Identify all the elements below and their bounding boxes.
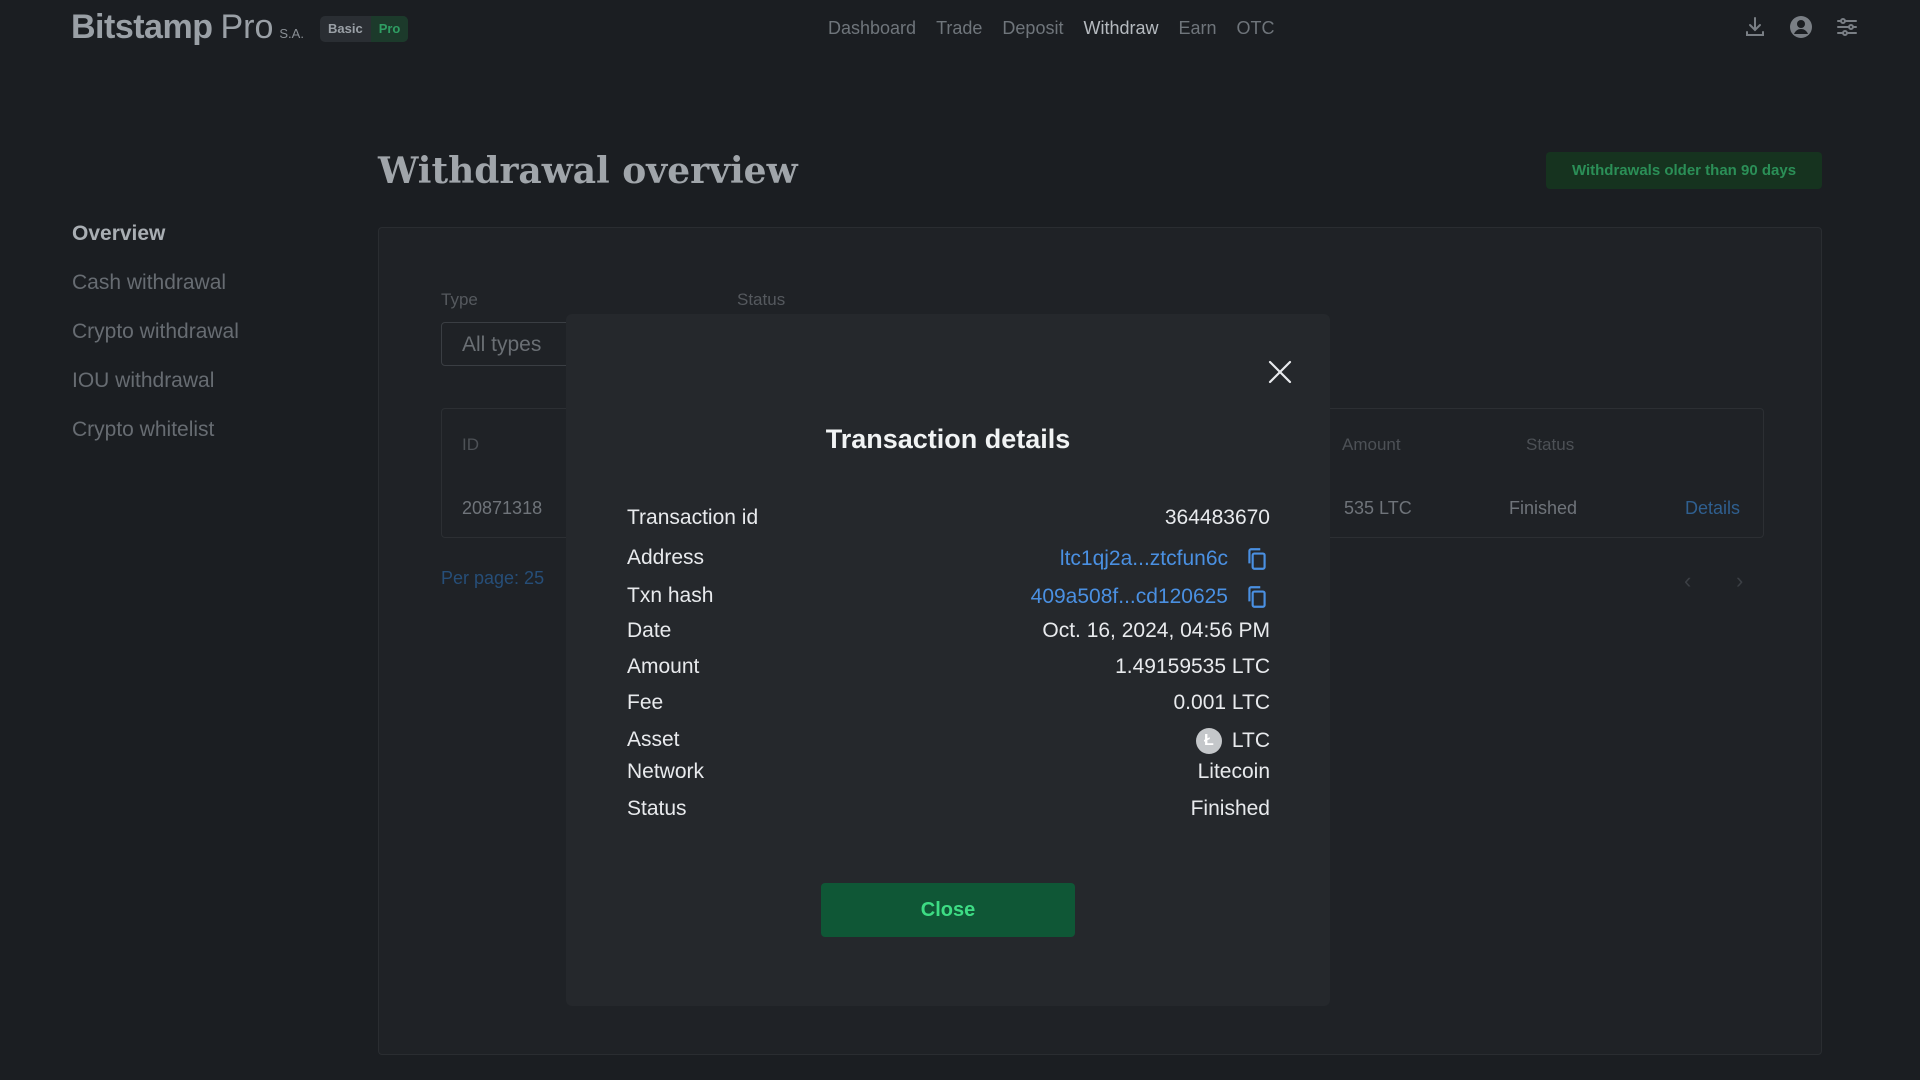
detail-value: Oct. 16, 2024, 04:56 PM [1042,619,1270,643]
column-header-amount: Amount [1342,435,1401,454]
detail-label: Date [627,619,672,642]
download-icon[interactable] [1742,14,1768,40]
nav-withdraw[interactable]: Withdraw [1083,18,1158,39]
detail-value: Litecoin [1198,760,1270,784]
copy-icon[interactable] [1244,584,1270,610]
detail-value: Ł LTC [1195,728,1270,754]
fee-value: 0.001 LTC [1173,691,1271,714]
asset-value: LTC [1231,729,1270,752]
detail-row-txn-hash: Txn hash 409a508f...cd120625 [627,584,1270,616]
main-nav: Dashboard Trade Deposit Withdraw Earn OT… [828,18,1275,39]
detail-row-status: Status Finished [627,797,1270,829]
row-details-link[interactable]: Details [1685,498,1740,519]
row-id: 20871318 [462,498,543,518]
network-value: Litecoin [1197,760,1270,783]
detail-row-address: Address ltc1qj2a...ztcfun6c [627,546,1270,578]
page: Bitstamp Pro S.A. Basic Pro Dashboard Tr… [0,0,1920,1080]
nav-dashboard[interactable]: Dashboard [828,18,916,39]
sidebar-item-cash-withdrawal[interactable]: Cash withdrawal [72,269,239,318]
nav-deposit[interactable]: Deposit [1002,18,1063,39]
sidebar-item-crypto-whitelist[interactable]: Crypto whitelist [72,416,239,465]
detail-row-fee: Fee 0.001 LTC [627,691,1270,723]
account-icon[interactable] [1788,14,1814,40]
row-status: Finished [1509,498,1578,518]
modal-title: Transaction details [825,424,1071,454]
nav-otc[interactable]: OTC [1237,18,1275,39]
detail-row-network: Network Litecoin [627,760,1270,792]
status-value: Finished [1190,797,1270,820]
sidebar-item-overview[interactable]: Overview [72,220,239,269]
brand-name: Bitstamp [71,8,213,46]
litecoin-icon: Ł [1195,728,1222,754]
brand-suffix: Pro [220,8,274,46]
brand-logo[interactable]: Bitstamp Pro S.A. [71,8,304,47]
header-icons [1742,14,1860,40]
detail-label: Network [627,760,705,783]
amount-value: 1.49159535 LTC [1115,655,1270,678]
nav-trade[interactable]: Trade [936,18,982,39]
sidebar: Overview Cash withdrawal Crypto withdraw… [72,220,239,465]
settings-sliders-icon[interactable] [1834,14,1860,40]
detail-label: Transaction id [627,506,759,529]
mode-basic[interactable]: Basic [320,16,371,42]
detail-label: Status [627,797,687,820]
prev-page-icon[interactable]: ‹ [1684,568,1691,594]
top-header: Bitstamp Pro S.A. Basic Pro Dashboard Tr… [0,0,1920,58]
detail-value: 409a508f...cd120625 [1031,584,1270,610]
detail-label: Txn hash [627,584,714,607]
detail-value: ltc1qj2a...ztcfun6c [1060,546,1270,572]
detail-label: Asset [627,728,680,751]
column-header-id: ID [462,435,479,454]
sidebar-item-iou-withdrawal[interactable]: IOU withdrawal [72,367,239,416]
old-withdrawals-button[interactable]: Withdrawals older than 90 days [1546,152,1822,189]
detail-value: Finished [1191,797,1270,821]
close-button[interactable]: Close [821,883,1075,937]
close-icon[interactable] [1262,354,1298,390]
date-value: Oct. 16, 2024, 04:56 PM [1042,619,1270,642]
detail-row-date: Date Oct. 16, 2024, 04:56 PM [627,619,1270,651]
row-amount: 535 LTC [1344,498,1412,518]
detail-value: 0.001 LTC [1174,691,1271,715]
sidebar-item-crypto-withdrawal[interactable]: Crypto withdrawal [72,318,239,367]
detail-row-transaction-id: Transaction id 364483670 [627,506,1270,538]
nav-earn[interactable]: Earn [1178,18,1216,39]
per-page-select[interactable]: Per page: 25 [441,568,544,589]
detail-label: Fee [627,691,664,714]
next-page-icon[interactable]: › [1736,568,1743,594]
detail-value: 364483670 [1165,506,1270,530]
page-title: Withdrawal overview [378,150,798,192]
type-filter-label: Type [441,290,478,309]
address-link[interactable]: ltc1qj2a...ztcfun6c [1060,547,1228,571]
mode-pro[interactable]: Pro [370,16,409,42]
detail-row-asset: Asset Ł LTC [627,728,1270,760]
brand-entity: S.A. [279,26,304,41]
detail-value: 1.49159535 LTC [1115,655,1270,679]
mode-toggle: Basic Pro [320,16,409,42]
detail-label: Address [627,546,705,569]
detail-label: Amount [627,655,700,678]
detail-row-amount: Amount 1.49159535 LTC [627,655,1270,687]
transaction-details-modal: Transaction details Transaction id 36448… [566,314,1330,1006]
status-filter-label: Status [737,290,786,309]
txn-hash-link[interactable]: 409a508f...cd120625 [1031,585,1228,609]
copy-icon[interactable] [1244,546,1270,572]
transaction-id-value: 364483670 [1164,506,1270,529]
column-header-status: Status [1526,435,1575,454]
